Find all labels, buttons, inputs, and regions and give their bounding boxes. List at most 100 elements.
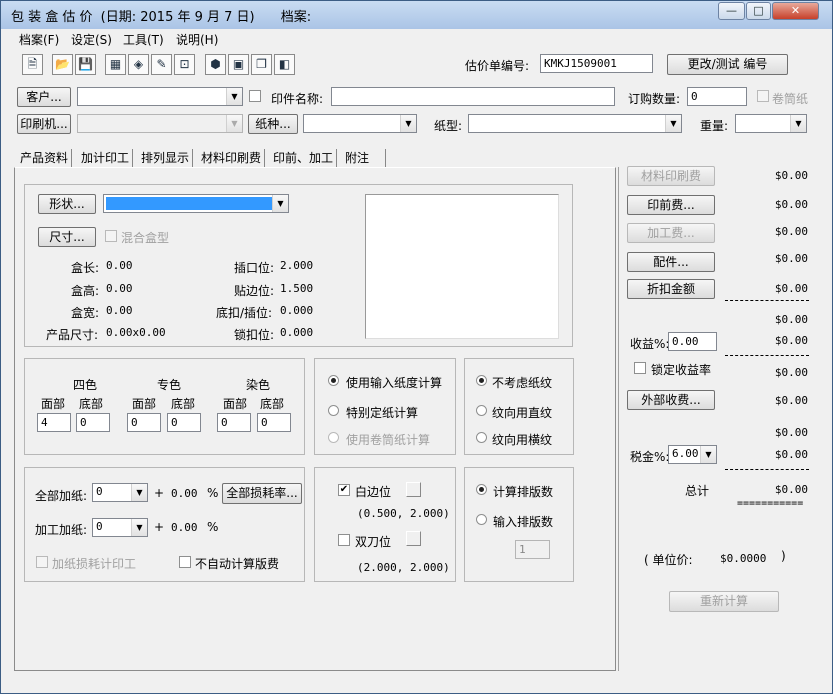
process-waste-value: 0 bbox=[96, 520, 103, 533]
radio-cross-grain[interactable] bbox=[476, 432, 487, 443]
tab-notes[interactable]: 附注 bbox=[342, 149, 386, 168]
discount-button[interactable]: 折扣金额 bbox=[627, 279, 715, 299]
close-button[interactable]: ✕ bbox=[772, 2, 819, 20]
print-name-input[interactable] bbox=[331, 87, 615, 106]
weight-combo[interactable]: ▼ bbox=[735, 114, 807, 133]
white-edge-picker[interactable] bbox=[406, 482, 421, 497]
radio-straight-grain[interactable] bbox=[476, 405, 487, 416]
dye-color-face-input[interactable]: 0 bbox=[217, 413, 251, 432]
mixed-box-checkbox[interactable] bbox=[105, 230, 117, 242]
straight-grain-label: 纹向用直纹 bbox=[492, 406, 553, 420]
radio-input-size[interactable] bbox=[328, 375, 339, 386]
tab-material[interactable]: 材料印刷费 bbox=[198, 149, 266, 168]
unit-price-label: ( 单位价: bbox=[644, 553, 693, 567]
four-color-face-input[interactable]: 4 bbox=[37, 413, 71, 432]
change-number-button[interactable]: 更改/测试 编号 bbox=[667, 54, 788, 75]
box-icon[interactable]: ◈ bbox=[128, 54, 149, 75]
shape-combo[interactable]: ▼ bbox=[103, 194, 289, 213]
process-waste-combo[interactable]: 0 ▼ bbox=[92, 518, 148, 537]
printer-button[interactable]: 印刷机... bbox=[17, 114, 71, 134]
chevron-down-icon: ▼ bbox=[131, 519, 147, 536]
radio-ignore-grain[interactable] bbox=[476, 375, 487, 386]
chart-icon[interactable]: ⊡ bbox=[174, 54, 195, 75]
printer-combo[interactable]: ▼ bbox=[77, 114, 243, 133]
tab-layout[interactable]: 排列显示 bbox=[138, 149, 194, 168]
new-icon[interactable]: 🗎 bbox=[22, 54, 43, 75]
order-qty-input[interactable]: 0 bbox=[687, 87, 747, 106]
product-size-value: 0.00x0.00 bbox=[106, 326, 166, 339]
radio-calc-layout[interactable] bbox=[476, 484, 487, 495]
chevron-down-icon: ▼ bbox=[226, 115, 242, 132]
menu-settings[interactable]: 设定(S) bbox=[71, 31, 112, 48]
quote-number-field[interactable]: KMKJ1509001 bbox=[540, 54, 653, 73]
process-fee-button[interactable]: 加工费... bbox=[627, 223, 715, 243]
calc-icon[interactable]: ▦ bbox=[105, 54, 126, 75]
separator bbox=[725, 355, 809, 356]
lock-profit-checkbox[interactable] bbox=[634, 362, 646, 374]
face-label: 面部 bbox=[41, 397, 66, 411]
package-icon[interactable]: ⬢ bbox=[205, 54, 226, 75]
minimize-button[interactable]: — bbox=[718, 2, 745, 20]
box-preview bbox=[365, 194, 559, 339]
prepress-fee-button[interactable]: 印前费... bbox=[627, 195, 715, 215]
tab-prepress[interactable]: 印前、加工 bbox=[270, 149, 338, 168]
save-icon[interactable]: 💾 bbox=[75, 54, 96, 75]
chevron-down-icon: ▼ bbox=[400, 115, 416, 132]
dye-color-back-input[interactable]: 0 bbox=[257, 413, 291, 432]
print-icon[interactable]: ▣ bbox=[228, 54, 249, 75]
radio-roll-paper[interactable] bbox=[328, 432, 339, 443]
size-button[interactable]: 尺寸... bbox=[38, 227, 96, 247]
layout-count-input[interactable]: 1 bbox=[515, 540, 550, 559]
face-label: 面部 bbox=[223, 397, 248, 411]
radio-input-layout[interactable] bbox=[476, 514, 487, 525]
spot-color-face-input[interactable]: 0 bbox=[127, 413, 161, 432]
chevron-down-icon: ▼ bbox=[226, 88, 242, 105]
toolbar: 🗎 📂 💾 ▦ ◈ ✎ ⊡ ⬢ ▣ ❐ ◧ 估价单编号: KMKJ1509001… bbox=[2, 49, 831, 79]
all-waste-combo[interactable]: 0 ▼ bbox=[92, 483, 148, 502]
customer-combo[interactable]: ▼ bbox=[77, 87, 243, 106]
material-print-fee-button[interactable]: 材料印刷费 bbox=[627, 166, 715, 186]
double-knife-picker[interactable] bbox=[406, 531, 421, 546]
double-knife-checkbox[interactable] bbox=[338, 534, 350, 546]
recalculate-button[interactable]: 重新计算 bbox=[669, 591, 779, 612]
roll-paper-checkbox[interactable] bbox=[757, 90, 769, 102]
tab-product[interactable]: 产品资料 bbox=[17, 149, 73, 168]
paper-type-label: 纸型: bbox=[434, 119, 463, 133]
spot-color-back-input[interactable]: 0 bbox=[167, 413, 201, 432]
accessory-button[interactable]: 配件... bbox=[627, 252, 715, 272]
cost-value: $0.00 bbox=[774, 334, 808, 347]
layers-icon[interactable]: ◧ bbox=[274, 54, 295, 75]
menu-tools[interactable]: 工具(T) bbox=[123, 31, 164, 48]
back-label: 底部 bbox=[79, 397, 104, 411]
no-auto-checkbox[interactable] bbox=[179, 556, 191, 568]
tab-extra-print[interactable]: 加计印工 bbox=[78, 149, 134, 168]
customer-button[interactable]: 客户... bbox=[17, 87, 71, 107]
print-name-checkbox[interactable] bbox=[249, 90, 261, 102]
box-height-value: 0.00 bbox=[106, 282, 133, 295]
loss-print-checkbox[interactable] bbox=[36, 556, 48, 568]
open-icon[interactable]: 📂 bbox=[52, 54, 73, 75]
chevron-down-icon: ▼ bbox=[272, 195, 288, 212]
loss-rate-button[interactable]: 全部损耗率... bbox=[222, 483, 302, 504]
box-width-label: 盒宽: bbox=[71, 306, 100, 320]
menu-file[interactable]: 档案(F) bbox=[19, 31, 59, 48]
four-color-back-input[interactable]: 0 bbox=[76, 413, 110, 432]
external-fee-button[interactable]: 外部收费... bbox=[627, 390, 715, 410]
edit-icon[interactable]: ✎ bbox=[151, 54, 172, 75]
paper-type-combo[interactable]: ▼ bbox=[468, 114, 682, 133]
profit-input[interactable]: 0.00 bbox=[668, 332, 717, 351]
menu-help[interactable]: 说明(H) bbox=[176, 31, 218, 48]
maximize-button[interactable]: □ bbox=[746, 2, 771, 20]
tax-combo[interactable]: 6.00 ▼ bbox=[668, 445, 717, 464]
paper-kind-button[interactable]: 纸种... bbox=[248, 114, 298, 134]
radio-special-paper[interactable] bbox=[328, 405, 339, 416]
bottom-lock-label: 底扣/插位: bbox=[216, 306, 273, 320]
chevron-down-icon: ▼ bbox=[131, 484, 147, 501]
copy-icon[interactable]: ❐ bbox=[251, 54, 272, 75]
box-height-label: 盒高: bbox=[71, 284, 100, 298]
paper-kind-combo[interactable]: ▼ bbox=[303, 114, 417, 133]
shape-button[interactable]: 形状... bbox=[38, 194, 96, 214]
total-double-line: =========== bbox=[737, 498, 804, 509]
chevron-down-icon: ▼ bbox=[700, 446, 716, 463]
white-edge-checkbox[interactable]: ✔ bbox=[338, 484, 350, 496]
